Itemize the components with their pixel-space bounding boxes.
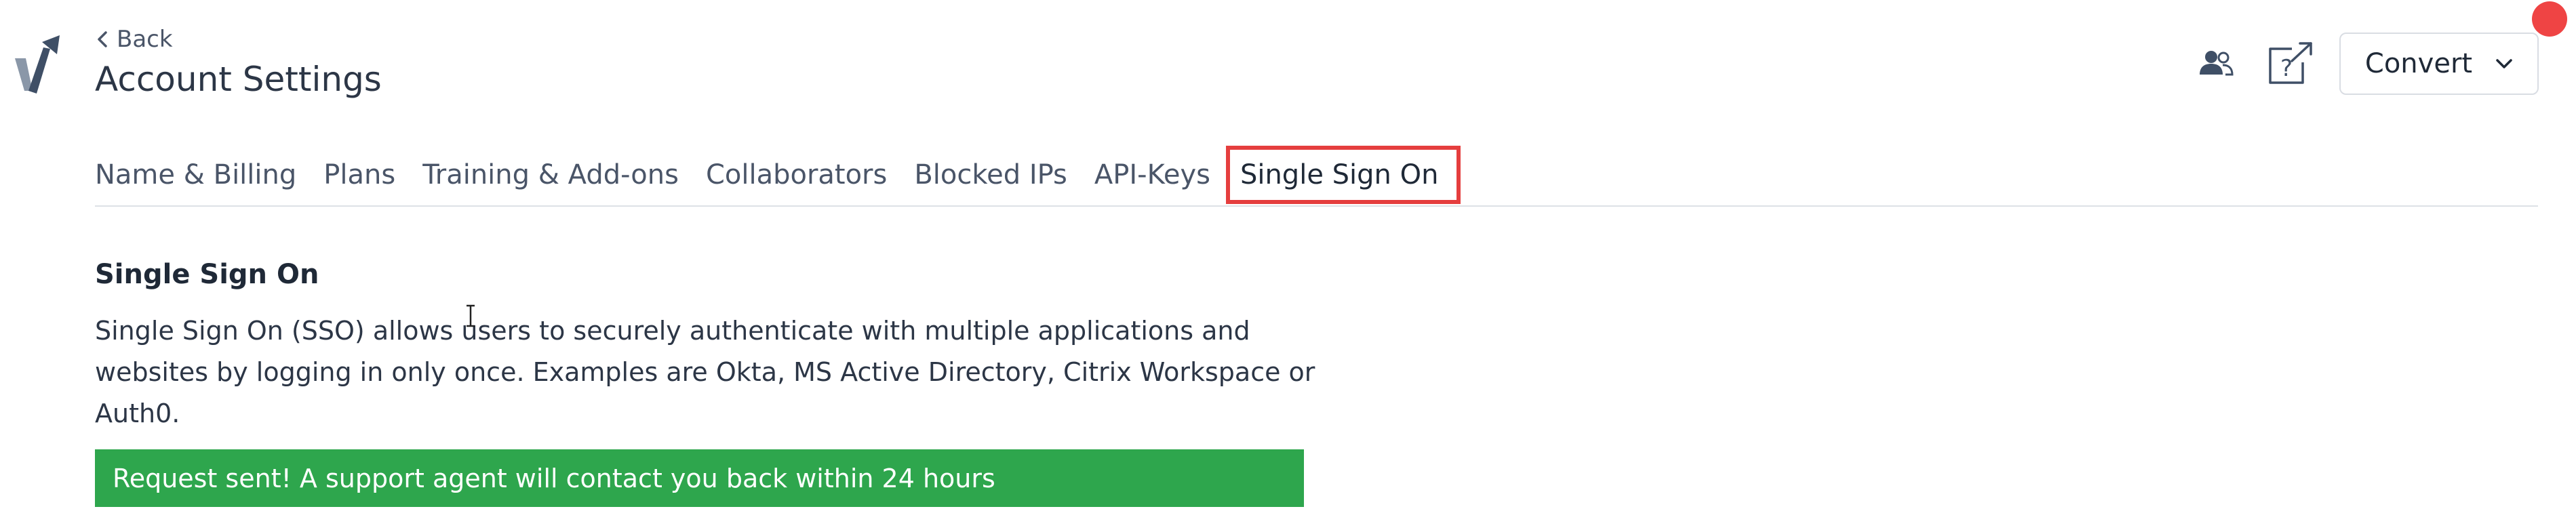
tab-api-keys[interactable]: API-Keys xyxy=(1081,148,1224,202)
notification-dot[interactable] xyxy=(2532,1,2567,37)
tab-name-billing[interactable]: Name & Billing xyxy=(95,148,310,202)
tab-plans[interactable]: Plans xyxy=(310,148,409,202)
success-banner: Request sent! A support agent will conta… xyxy=(95,449,1304,507)
convert-button[interactable]: Convert xyxy=(2339,33,2539,95)
text-cursor-icon xyxy=(467,304,475,327)
sso-description: Single Sign On (SSO) allows users to sec… xyxy=(95,316,1315,428)
svg-text:?: ? xyxy=(2280,55,2293,82)
settings-tabs: Name & Billing Plans Training & Add-ons … xyxy=(95,146,1461,204)
tab-training-addons[interactable]: Training & Add-ons xyxy=(409,148,692,202)
tab-collaborators[interactable]: Collaborators xyxy=(692,148,900,202)
app-logo[interactable] xyxy=(12,34,66,98)
page-title: Account Settings xyxy=(95,60,382,99)
chevron-down-icon xyxy=(2496,59,2512,68)
users-icon[interactable] xyxy=(2196,43,2236,84)
convert-label: Convert xyxy=(2364,48,2473,79)
tab-blocked-ips[interactable]: Blocked IPs xyxy=(900,148,1081,202)
back-label: Back xyxy=(117,26,173,53)
section-title: Single Sign On xyxy=(95,259,319,290)
success-message: Request sent! A support agent will conta… xyxy=(113,463,995,493)
back-link[interactable]: Back xyxy=(95,26,173,53)
tab-single-sign-on[interactable]: Single Sign On xyxy=(1225,146,1461,204)
tabs-divider xyxy=(95,205,2538,207)
chevron-left-icon xyxy=(98,31,107,47)
help-external-icon[interactable]: ? xyxy=(2265,41,2314,87)
